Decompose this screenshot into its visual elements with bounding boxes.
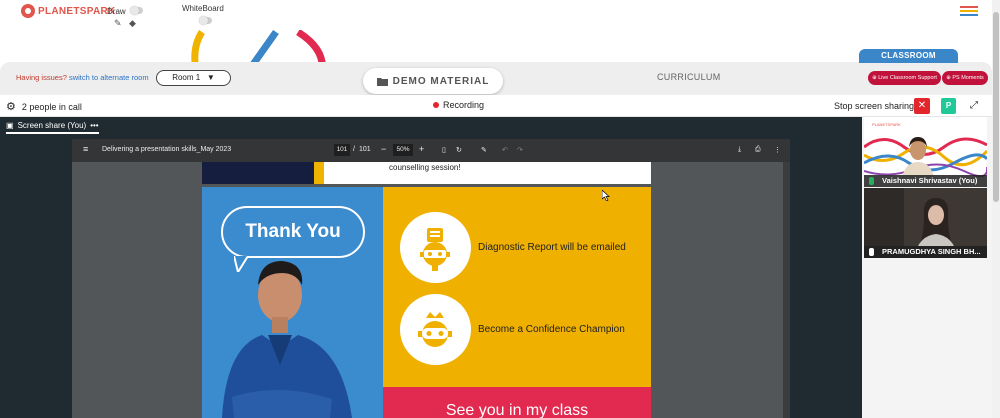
people-count: 2 people in call [21,101,82,112]
more-vert-icon[interactable]: ⋮ [774,146,781,154]
live-support-label: Live Classroom Support [878,75,937,81]
stop-sharing-label[interactable]: Stop screen sharing [834,101,914,111]
zoom-level[interactable]: 50% [393,144,413,156]
screen-share-tab-label: Screen share (You) [17,121,87,130]
svg-text:PLANETSPARK: PLANETSPARK [872,122,901,127]
champion-circle [400,294,471,365]
room-select[interactable]: Room 1 ▼ [156,70,231,86]
participant-p-button[interactable]: P [941,98,956,114]
page-scrollbar[interactable] [992,0,1000,418]
app-root: PLANETSPARK Draw ✎ ◆ WhiteBoard CLASSROO… [0,0,1000,418]
annotate-icon[interactable]: ✎ [481,146,487,154]
monitor-icon: ▣ [6,121,14,130]
gear-icon[interactable]: ⚙ [6,100,16,113]
participant-name-self: Vaishnavi Shrivastav (You) [864,175,987,187]
pdf-page-total: 101 [359,146,371,153]
rotate-icon[interactable]: ↻ [456,146,462,154]
participant-name-other: PRAMUGDHYA SINGH BH... [864,246,987,258]
demo-material-label: DEMO MATERIAL [392,75,490,87]
curriculum-tab[interactable]: CURRICULUM [657,72,721,82]
participant-tile-other[interactable]: PRAMUGDHYA SINGH BH... [864,188,987,258]
alternate-room-link[interactable]: switch to alternate room [69,73,149,82]
robot-report-icon [420,228,450,271]
whiteboard-toggle[interactable] [199,16,212,25]
mic-icon[interactable] [869,248,874,256]
recording-label: Recording [443,100,485,110]
pdf-page-input[interactable]: 101 [334,144,350,156]
draw-toggle[interactable] [130,6,143,15]
slide-item-champion: Become a Confidence Champion [478,324,625,335]
bubble-tail [234,256,248,272]
planetspark-logo[interactable]: PLANETSPARK [21,4,116,18]
download-icon[interactable]: ⤓ [738,146,741,154]
cursor-icon [602,190,610,201]
logo-text: PLANETSPARK [38,5,116,17]
zoom-in-icon[interactable]: + [419,144,424,154]
folder-icon [376,77,388,86]
slide-bottom-banner: See you in my class [383,387,651,418]
expand-icon[interactable]: ⤢ [965,98,983,114]
slide-top-box: counselling session! [324,162,651,184]
mic-icon[interactable] [869,177,874,185]
report-circle [400,212,471,283]
print-icon[interactable]: ⎙ [755,146,761,154]
zoom-out-icon[interactable]: − [381,144,386,154]
people-in-call[interactable]: ⚙ 2 people in call [6,100,82,113]
live-support-button[interactable]: ⊕ Live Classroom Support [868,71,941,85]
demo-material-button[interactable]: DEMO MATERIAL [363,68,503,94]
issues-text: Having issues? [16,73,67,82]
pdf-scrollbar[interactable] [783,162,790,418]
fit-page-icon[interactable]: ▯ [442,146,446,154]
participant-tile-self[interactable]: PLANETSPARK Vaishnavi Shrivastav (You) [863,117,989,187]
page-scrollbar-thumb[interactable] [993,12,999,202]
pdf-title: Delivering a presentation skills_May 202… [102,146,232,153]
redo-icon[interactable]: ↷ [517,146,523,154]
whiteboard-label: WhiteBoard [182,4,224,13]
pdf-toolbar: ≡ Delivering a presentation skills_May 2… [72,139,790,162]
classroom-tab[interactable]: CLASSROOM [859,49,958,63]
participant-self-label: Vaishnavi Shrivastav (You) [882,176,978,185]
issues-notice: Having issues? switch to alternate room [16,73,149,82]
screen-share-tab[interactable]: ▣ Screen share (You) ••• [6,121,99,134]
slide-bottom-text: See you in my class [445,402,589,418]
slide-top-text: counselling session! [389,163,461,172]
chevron-down-icon: ▼ [206,73,215,82]
hamburger-icon[interactable]: ≡ [83,144,88,154]
logo-icon [21,4,35,18]
ps-moments-button[interactable]: ⊕ PS Moments [942,71,988,85]
draw-label: Draw [107,7,126,16]
menu-icon[interactable] [960,6,978,16]
record-dot-icon [433,102,439,108]
stop-sharing-button[interactable]: ✕ [914,98,930,114]
slide-item-report: Diagnostic Report will be emailed [478,242,626,253]
top-bar: PLANETSPARK Draw ✎ ◆ WhiteBoard [0,0,992,32]
slide-top-accent [314,162,324,184]
more-icon[interactable]: ••• [90,121,98,130]
robot-crown-icon [418,312,452,347]
slide-top-dark-block [202,162,314,184]
ps-moments-label: PS Moments [952,75,984,81]
undo-icon[interactable]: ↶ [502,146,508,154]
thank-you-bubble: Thank You [221,206,365,258]
recording-indicator: Recording [433,100,484,110]
eraser-icon[interactable]: ◆ [129,18,136,29]
participant-other-label: PRAMUGDHYA SINGH BH... [882,247,981,256]
pencil-icon[interactable]: ✎ [114,18,122,29]
room-select-value: Room 1 [172,73,201,82]
pdf-page-separator: / [353,146,355,153]
